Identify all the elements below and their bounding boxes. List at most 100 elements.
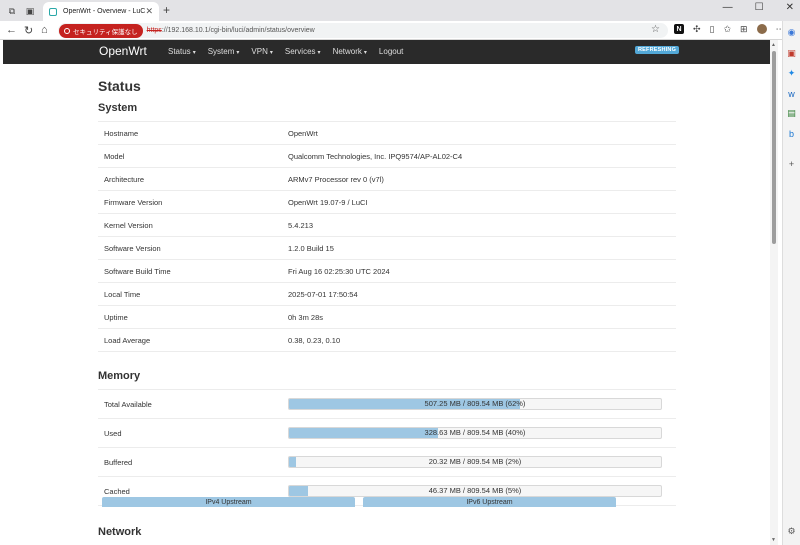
memory-table: Total Available 507.25 MB / 809.54 MB (6… [98,389,676,506]
progress-text: 328.63 MB / 809.54 MB (40%) [424,428,526,437]
bing-icon[interactable]: b [786,128,797,139]
row-key: Used [104,428,122,438]
extension-toolbar: N ✣ ▯ ✩ ⊞ ⋯ [674,24,785,35]
menu-status[interactable]: Status ▾ [168,47,196,56]
menu-system[interactable]: System ▾ [208,47,240,56]
page-scrollbar[interactable]: ▲ ▼ [770,40,778,545]
shopping-icon[interactable]: ▣ [786,48,797,59]
favorites-icon[interactable]: ✩ [724,24,732,35]
menu-logout[interactable]: Logout [379,47,403,56]
menu-services[interactable]: Services ▾ [285,47,321,56]
caret-down-icon: ▾ [317,50,321,56]
tab-actions-icon[interactable]: ▣ [24,5,36,17]
row-value: 2025-07-01 17:50:54 [288,289,358,299]
add-sidebar-app-icon[interactable]: + [786,158,797,169]
address-bar-row: ← ↻ ⌂ セキュリティ保護なし https ://192.168.10.1/c… [0,21,800,40]
row-key: Software Version [104,243,161,253]
browser-tab-bar: ⧉ ▣ OpenWrt - Overview - LuCI ✕ + — ☐ ✕ [0,0,800,21]
copilot-icon[interactable]: ◉ [786,27,797,38]
row-key: Hostname [104,128,139,138]
sidebar-settings-icon[interactable]: ⚙ [786,526,797,537]
table-row: Uptime 0h 3m 28s [98,306,676,329]
table-row: Kernel Version 5.4.213 [98,214,676,237]
close-window-button[interactable]: ✕ [786,2,794,13]
openwrt-favicon-icon [49,7,57,16]
row-key: Model [104,151,125,161]
extensions-puzzle-icon[interactable]: ✣ [693,24,701,35]
scrollbar-thumb[interactable] [772,51,776,244]
table-row: Software Version 1.2.0 Build 15 [98,237,676,260]
network-section-title: Network [98,526,142,538]
row-key: Load Average [104,335,151,345]
workspaces-icon[interactable]: ⧉ [6,5,18,17]
row-key: Firmware Version [104,197,163,207]
home-icon[interactable]: ⌂ [41,24,48,36]
url-scheme: https [146,27,162,34]
progress-text: 20.32 MB / 809.54 MB (2%) [428,457,522,466]
url-input[interactable]: セキュリティ保護なし https ://192.168.10.1/cgi-bin… [58,23,668,38]
row-key: Buffered [104,457,133,467]
tools-icon[interactable]: ▤ [786,108,797,119]
page-title: Status [98,78,141,94]
warning-icon [64,27,70,34]
row-key: Total Available [104,399,152,409]
row-key: Architecture [104,174,145,184]
url-path: ://192.168.10.1/cgi-bin/luci/admin/statu… [161,27,315,34]
menu-network[interactable]: Network ▾ [333,47,367,56]
row-key: Local Time [104,289,141,299]
luci-navbar: OpenWrt Status ▾ System ▾ VPN ▾ Services ▾ N… [3,40,773,64]
new-tab-button[interactable]: + [163,3,170,17]
reload-icon[interactable]: ↻ [24,24,33,37]
scroll-down-icon[interactable]: ▼ [771,537,776,543]
table-row: Total Available 507.25 MB / 809.54 MB (6… [98,390,676,419]
table-row: Model Qualcomm Technologies, Inc. IPQ9574… [98,145,676,168]
browser-tab[interactable]: OpenWrt - Overview - LuCI ✕ [43,2,159,21]
row-key: Cached [104,486,130,496]
caret-down-icon: ▾ [236,50,240,56]
row-value: 5.4.213 [288,220,314,230]
collections-icon[interactable]: ⊞ [740,24,748,35]
table-row: Buffered 20.32 MB / 809.54 MB (2%) [98,448,676,477]
minimize-button[interactable]: — [723,2,733,13]
memory-section-title: Memory [98,370,141,382]
row-key: Uptime [104,312,128,322]
maximize-button[interactable]: ☐ [755,2,764,13]
table-row: Software Build Time Fri Aug 16 02:25:30 U… [98,260,676,283]
memory-progress-bar: 20.32 MB / 809.54 MB (2%) [288,456,662,468]
progress-text: 46.37 MB / 809.54 MB (5%) [428,486,522,495]
profile-avatar[interactable] [756,24,767,34]
table-row: Used 328.63 MB / 809.54 MB (40%) [98,419,676,448]
page-viewport: OpenWrt Status ▾ System ▾ VPN ▾ Services ▾ N… [0,40,782,545]
caret-down-icon: ▾ [269,50,273,56]
back-arrow-icon[interactable]: ← [6,24,17,36]
system-table: Hostname OpenWrt Model Qualcomm Technologi… [98,121,676,352]
table-row: Firmware Version OpenWrt 19.07-9 / LuCI [98,191,676,214]
edge-sidebar: ◉ ▣ ✦ w ▤ b + ⚙ [782,21,800,545]
table-row: Local Time 2025-07-01 17:50:54 [98,283,676,306]
refreshing-badge[interactable]: REFRESHING [635,46,680,54]
caret-down-icon: ▾ [192,50,196,56]
tab-title: OpenWrt - Overview - LuCI [63,8,146,15]
table-row: Load Average 0.38, 0.23, 0.10 [98,329,676,352]
split-screen-icon[interactable]: ▯ [710,24,715,35]
word-icon[interactable]: w [786,88,797,99]
memory-progress-bar: 507.25 MB / 809.54 MB (62%) [288,398,662,410]
notion-extension-icon[interactable]: N [674,24,684,34]
row-value: 1.2.0 Build 15 [288,243,334,253]
games-icon[interactable]: ✦ [786,68,797,79]
security-label: セキュリティ保護なし [73,28,138,36]
not-secure-badge[interactable]: セキュリティ保護なし [59,23,143,38]
progress-text: 507.25 MB / 809.54 MB (62%) [424,399,526,408]
caret-down-icon: ▾ [363,50,367,56]
row-value: OpenWrt 19.07-9 / LuCI [288,197,368,207]
ipv6-upstream-header: IPv6 Upstream [363,497,616,507]
tab-close-icon[interactable]: ✕ [145,6,153,17]
row-value: Fri Aug 16 02:25:30 UTC 2024 [288,266,390,276]
scroll-up-icon[interactable]: ▲ [771,42,776,48]
memory-progress-bar: 46.37 MB / 809.54 MB (5%) [288,485,662,497]
brand-logo[interactable]: OpenWrt [99,44,147,58]
main-content: Status System Hostname OpenWrt Model Qualc… [98,78,678,545]
menu-vpn[interactable]: VPN ▾ [251,47,272,56]
favorite-star-icon[interactable]: ☆ [651,24,660,35]
row-value: OpenWrt [288,128,318,138]
